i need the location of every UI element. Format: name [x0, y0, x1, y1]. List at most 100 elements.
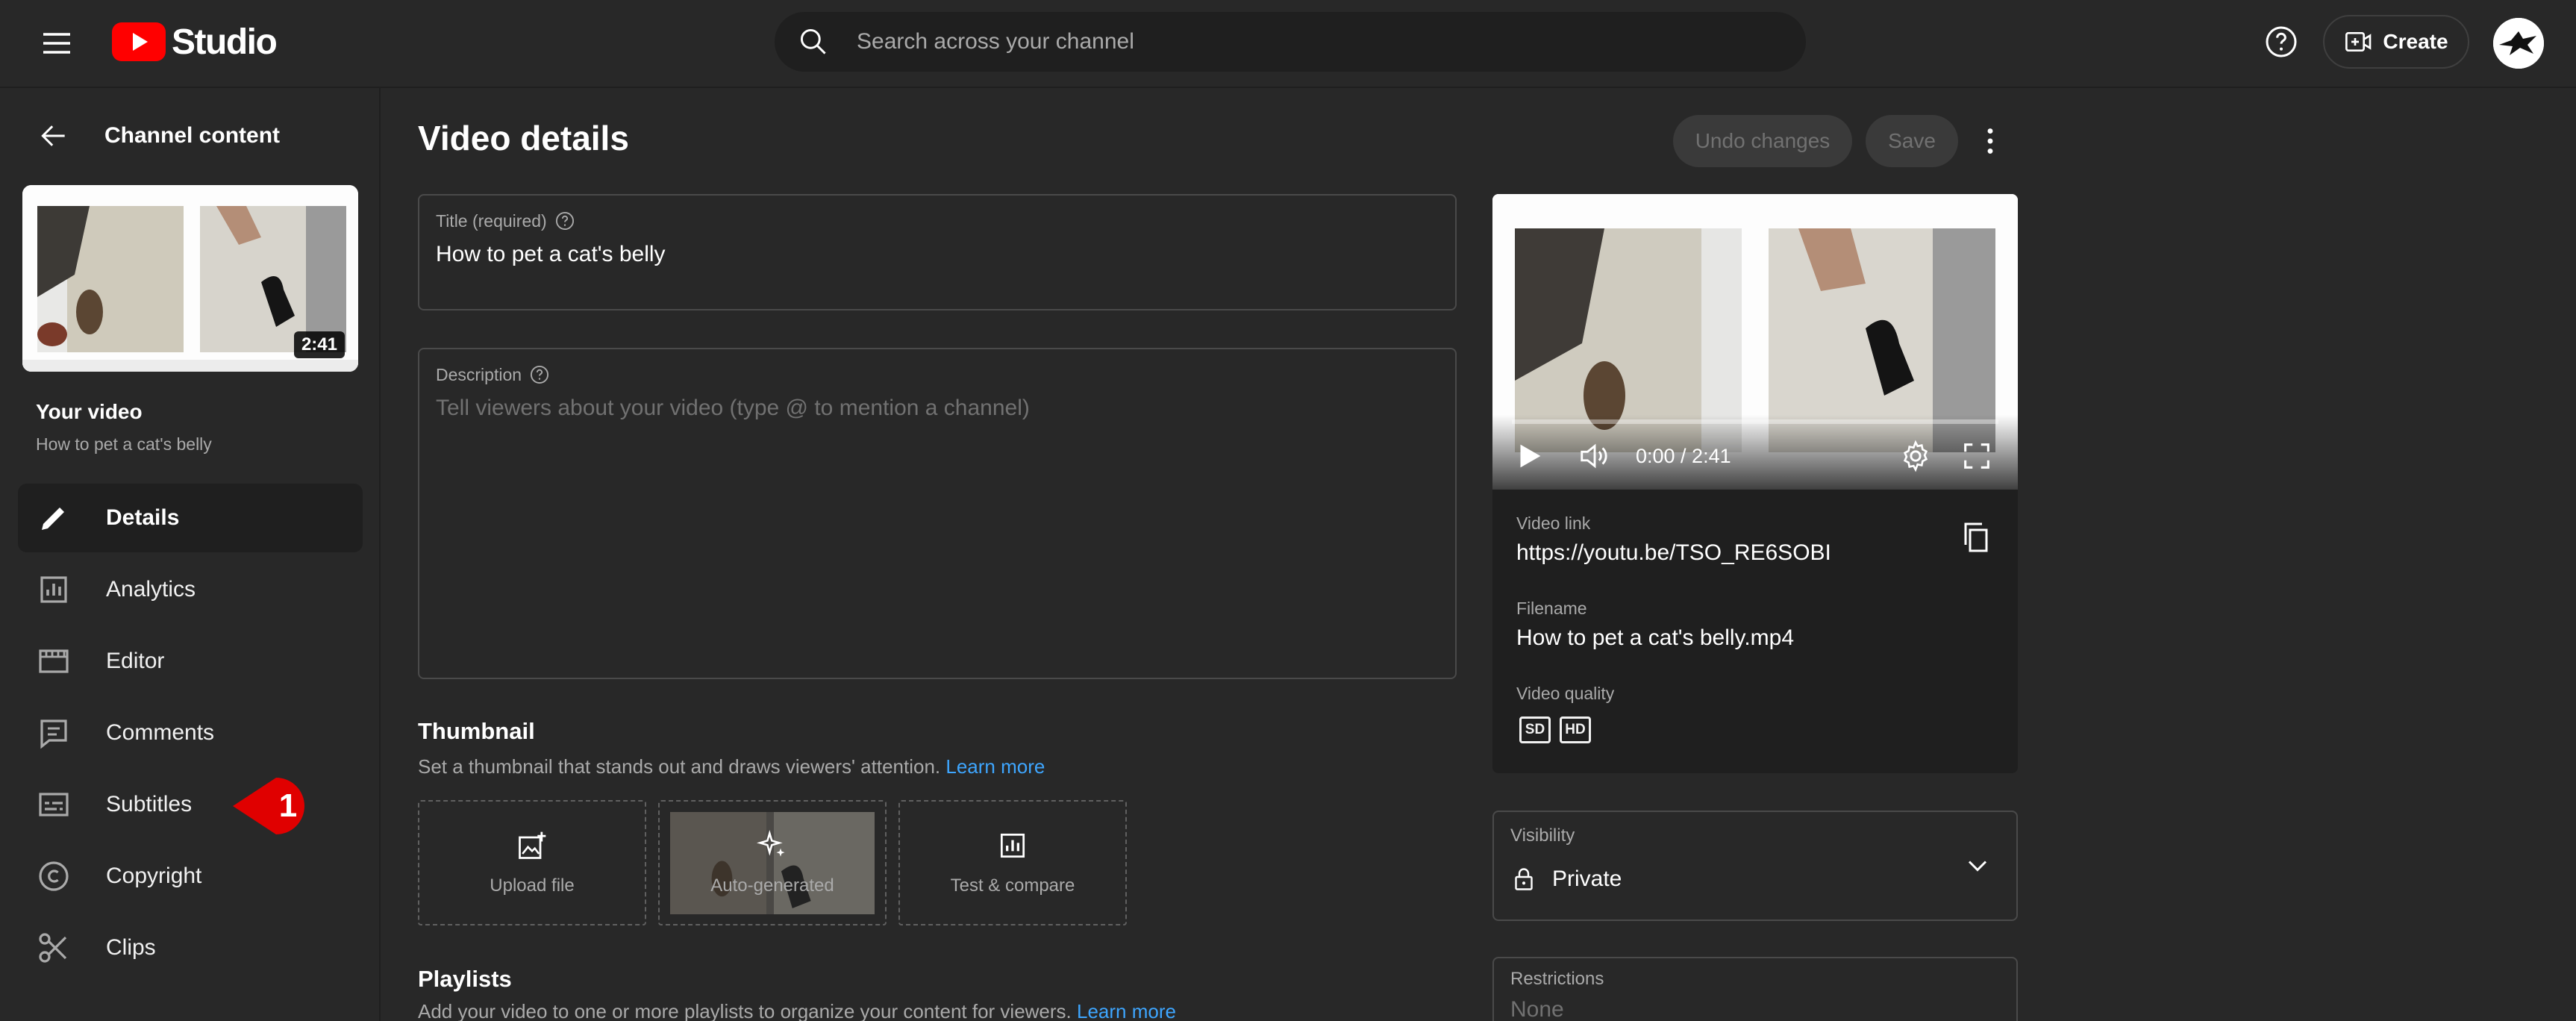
fullscreen-icon[interactable] [1960, 439, 1994, 473]
visibility-label: Visibility [1510, 825, 1575, 846]
upload-thumbnail-option[interactable]: Upload file [418, 800, 646, 925]
top-app-bar: Studio Create [0, 0, 2576, 88]
test-compare-thumbnail-option[interactable]: Test & compare [898, 800, 1127, 925]
editor-icon [39, 649, 69, 673]
scissors-icon [39, 933, 67, 963]
sidebar-item-label: Analytics [106, 577, 196, 602]
create-video-icon [2345, 32, 2372, 51]
channel-content-label: Channel content [104, 123, 281, 148]
playlists-learn-more-link[interactable]: Learn more [1077, 1000, 1176, 1021]
help-tooltip-icon[interactable] [529, 364, 550, 385]
sidebar-item-clips[interactable]: Clips [18, 914, 363, 982]
sidebar-item-comments[interactable]: Comments [18, 699, 363, 767]
description-field-label: Description [436, 364, 550, 385]
create-button[interactable]: Create [2323, 15, 2469, 69]
sidebar-item-label: Clips [106, 935, 156, 960]
thumbnail-heading: Thumbnail [418, 718, 535, 744]
youtube-logo-icon [112, 22, 166, 61]
sparkle-icon [756, 829, 785, 857]
sidebar-item-details[interactable]: Details [18, 484, 363, 552]
studio-logo-text: Studio [172, 22, 278, 62]
test-compare-label: Test & compare [950, 875, 1075, 896]
auto-generated-content: Auto-generated [710, 829, 834, 896]
copy-icon[interactable] [1958, 519, 1994, 555]
description-input[interactable]: Tell viewers about your video (type @ to… [436, 396, 1030, 421]
video-player[interactable]: 0:00 / 2:41 [1492, 194, 2018, 490]
chevron-down-icon [1968, 861, 1987, 872]
help-tooltip-icon[interactable] [554, 210, 575, 231]
visibility-value: Private [1552, 867, 1622, 891]
subtitles-icon [39, 793, 69, 817]
playlists-heading: Playlists [418, 966, 512, 992]
sidebar-item-label: Details [106, 505, 180, 530]
settings-gear-icon[interactable] [1898, 439, 1933, 473]
video-quality-label: Video quality [1516, 684, 1615, 703]
description-field-label-text: Description [436, 364, 522, 384]
description-field[interactable]: Description Tell viewers about your vide… [418, 348, 1457, 679]
video-thumbnail[interactable]: 2:41 [22, 185, 358, 372]
create-button-label: Create [2383, 30, 2448, 53]
more-options-icon[interactable] [1973, 124, 2007, 158]
title-input[interactable]: How to pet a cat's belly [436, 242, 666, 267]
your-video-title: How to pet a cat's belly [36, 434, 212, 454]
search-input[interactable] [857, 29, 1752, 54]
video-link-label: Video link [1516, 513, 1591, 533]
studio-logo[interactable]: Studio [112, 18, 278, 66]
title-field-label-text: Title (required) [436, 210, 547, 231]
save-button[interactable]: Save [1866, 115, 1958, 167]
filename-label: Filename [1516, 599, 1587, 618]
visibility-dropdown[interactable]: Visibility Private [1492, 811, 2018, 921]
help-icon[interactable] [2263, 24, 2299, 60]
upload-file-label: Upload file [490, 875, 575, 896]
comments-icon [40, 719, 67, 749]
upload-image-icon [519, 831, 546, 859]
playlists-description: Add your video to one or more playlists … [418, 1000, 1176, 1021]
channel-content-back[interactable]: Channel content [37, 119, 280, 152]
player-controls [1492, 415, 2018, 490]
thumbnail-duration: 2:41 [293, 331, 345, 358]
playlists-description-text: Add your video to one or more playlists … [418, 1000, 1072, 1021]
page-title: Video details [418, 119, 629, 157]
lock-icon [1515, 868, 1533, 890]
sidebar-nav: Details Analytics Editor Comments Subtit… [18, 484, 363, 985]
sidebar-item-label: Comments [106, 720, 215, 745]
sidebar: Channel content 2:41 Your video How to p… [0, 88, 381, 1021]
video-quality-badges: SD HD [1519, 716, 1591, 743]
sd-quality-badge: SD [1519, 716, 1551, 743]
hamburger-menu-icon[interactable] [39, 25, 75, 61]
undo-changes-button[interactable]: Undo changes [1673, 115, 1852, 167]
step-marker: 1 [233, 778, 304, 834]
search-bar[interactable] [775, 12, 1806, 72]
playback-time: 0:00 / 2:41 [1636, 445, 1731, 467]
hd-quality-badge: HD [1560, 716, 1591, 743]
sidebar-item-label: Editor [106, 649, 165, 673]
sidebar-item-analytics[interactable]: Analytics [18, 555, 363, 624]
volume-icon[interactable] [1578, 439, 1612, 473]
thumbnail-learn-more-link[interactable]: Learn more [945, 755, 1045, 778]
filename-value: How to pet a cat's belly.mp4 [1516, 625, 1795, 650]
play-icon[interactable] [1512, 439, 1546, 473]
analytics-icon [1000, 833, 1025, 858]
video-preview-card: 0:00 / 2:41 Video link https://youtu.be/… [1492, 194, 2018, 773]
pencil-icon [42, 508, 64, 530]
account-avatar[interactable] [2493, 18, 2544, 69]
auto-generated-label: Auto-generated [710, 875, 834, 896]
restrictions-label: Restrictions [1510, 969, 1604, 989]
progress-bar[interactable] [1512, 419, 1998, 424]
arrow-back-icon [41, 125, 65, 146]
thumbnail-description-text: Set a thumbnail that stands out and draw… [418, 755, 941, 778]
thumbnail-description: Set a thumbnail that stands out and draw… [418, 755, 1045, 778]
auto-generated-thumbnail-option[interactable]: Auto-generated [658, 800, 887, 925]
your-video-heading: Your video [36, 400, 143, 423]
copyright-icon [39, 861, 69, 891]
avatar-image-icon [2493, 18, 2544, 69]
title-field[interactable]: Title (required) How to pet a cat's bell… [418, 194, 1457, 310]
title-field-label: Title (required) [436, 210, 575, 231]
step-marker-number: 1 [279, 787, 297, 824]
sidebar-item-copyright[interactable]: Copyright [18, 842, 363, 911]
restrictions-field: Restrictions None [1492, 957, 2018, 1021]
sidebar-item-editor[interactable]: Editor [18, 627, 363, 696]
analytics-icon [40, 576, 67, 603]
search-icon [800, 28, 826, 54]
video-link[interactable]: https://youtu.be/TSO_RE6SOBI [1516, 540, 1831, 566]
